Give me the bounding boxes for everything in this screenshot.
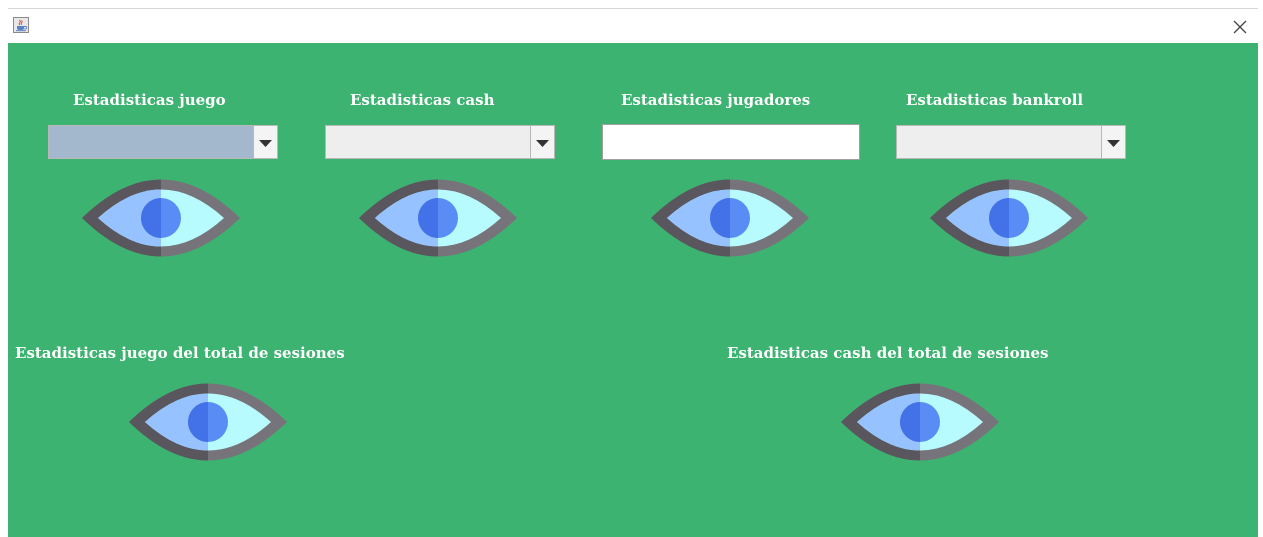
combo-field[interactable] bbox=[326, 126, 530, 158]
label-estadisticas-juego-total: Estadisticas juego del total de sesiones bbox=[15, 344, 345, 362]
eye-icon[interactable] bbox=[647, 171, 813, 265]
eye-icon[interactable] bbox=[355, 171, 521, 265]
title-bar[interactable] bbox=[8, 8, 1258, 43]
eye-icon[interactable] bbox=[78, 171, 244, 265]
main-panel: Estadisticas juego Estadisticas cash Est… bbox=[8, 43, 1258, 537]
dropdown-arrow-button[interactable] bbox=[253, 126, 277, 158]
dropdown-arrow-button[interactable] bbox=[1101, 126, 1125, 158]
label-estadisticas-bankroll: Estadisticas bankroll bbox=[906, 91, 1084, 109]
jugadores-text-field[interactable] bbox=[602, 124, 860, 160]
combo-estadisticas-cash[interactable] bbox=[325, 125, 555, 159]
chevron-down-icon bbox=[536, 140, 549, 147]
combo-field[interactable] bbox=[897, 126, 1101, 158]
app-window: Estadisticas juego Estadisticas cash Est… bbox=[0, 0, 1263, 537]
label-estadisticas-cash: Estadisticas cash bbox=[350, 91, 495, 109]
combo-estadisticas-bankroll[interactable] bbox=[896, 125, 1126, 159]
java-cup-icon bbox=[13, 17, 29, 33]
eye-icon[interactable] bbox=[125, 375, 291, 469]
combo-estadisticas-juego[interactable] bbox=[48, 125, 278, 159]
eye-icon[interactable] bbox=[926, 171, 1092, 265]
dropdown-arrow-button[interactable] bbox=[530, 126, 554, 158]
label-estadisticas-jugadores: Estadisticas jugadores bbox=[621, 91, 811, 109]
close-icon[interactable] bbox=[1230, 17, 1250, 37]
chevron-down-icon bbox=[259, 140, 272, 147]
label-estadisticas-cash-total: Estadisticas cash del total de sesiones bbox=[727, 344, 1049, 362]
combo-field[interactable] bbox=[49, 126, 253, 158]
eye-icon[interactable] bbox=[837, 375, 1003, 469]
chevron-down-icon bbox=[1107, 140, 1120, 147]
label-estadisticas-juego: Estadisticas juego bbox=[73, 91, 226, 109]
